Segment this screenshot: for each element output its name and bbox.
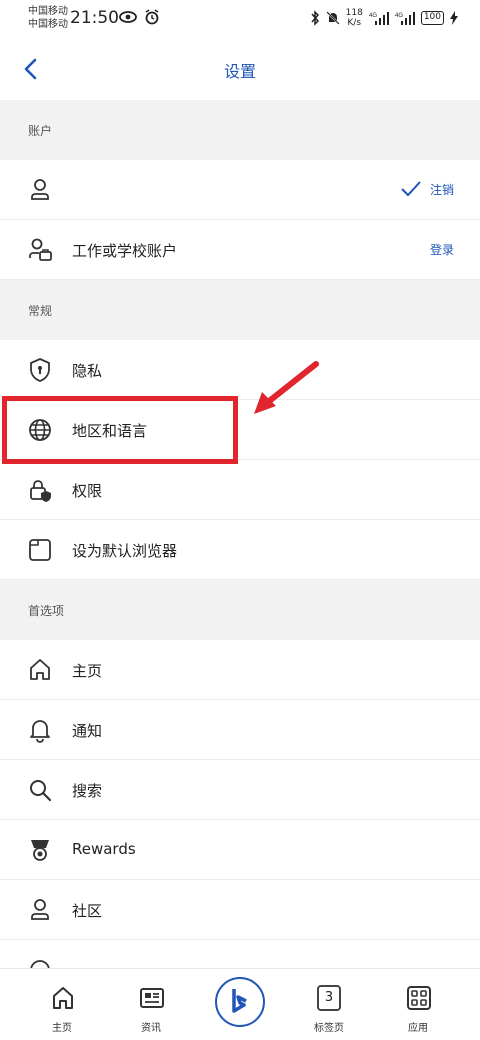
net-speed: 118 K/s bbox=[345, 8, 363, 28]
mute-bell-icon bbox=[325, 11, 340, 25]
row-label: 隐私 bbox=[72, 362, 103, 380]
default-browser-row[interactable]: 设为默认浏览器 bbox=[0, 520, 480, 580]
bell-icon bbox=[30, 720, 50, 743]
section-label: 账户 bbox=[28, 124, 53, 138]
signout-button[interactable]: 注销 bbox=[430, 181, 454, 198]
privacy-row[interactable]: 隐私 bbox=[0, 340, 480, 400]
shield-lock-icon bbox=[30, 358, 50, 382]
battery-indicator: 100 bbox=[420, 11, 444, 25]
home-icon bbox=[53, 987, 73, 1009]
row-label: 工作或学校账户 bbox=[72, 242, 178, 260]
app-header: 设置 bbox=[0, 38, 480, 100]
row-label: Rewards bbox=[72, 840, 136, 858]
section-header-general: 常规 bbox=[0, 280, 480, 340]
nav-news[interactable]: 资讯 bbox=[111, 969, 191, 1040]
permissions-row[interactable]: 权限 bbox=[0, 460, 480, 520]
person-icon bbox=[31, 899, 49, 920]
status-icons-right: 118 K/s 4G 4G 100 bbox=[310, 8, 458, 28]
annotation-arrow-icon bbox=[254, 361, 319, 414]
row-label: 通知 bbox=[72, 722, 103, 740]
row-label: 权限 bbox=[72, 482, 103, 500]
nav-label: 标签页 bbox=[314, 1023, 344, 1034]
alarm-icon bbox=[145, 9, 159, 25]
bing-logo-icon bbox=[232, 989, 247, 1013]
nav-apps[interactable]: 应用 bbox=[378, 969, 458, 1040]
lock-shield-icon bbox=[30, 480, 51, 502]
charging-icon bbox=[450, 11, 458, 25]
row-label: 设为默认浏览器 bbox=[72, 542, 178, 560]
eye-icon bbox=[119, 11, 137, 23]
row-label: 主页 bbox=[72, 662, 103, 680]
signal-1-icon: 4G bbox=[369, 12, 389, 25]
check-icon bbox=[401, 181, 421, 197]
community-row[interactable]: 社区 bbox=[0, 880, 480, 940]
svg-text:4G: 4G bbox=[369, 13, 377, 19]
page-title: 设置 bbox=[223, 62, 256, 81]
news-icon bbox=[140, 988, 164, 1008]
row-label: 搜索 bbox=[72, 782, 103, 800]
nav-label: 主页 bbox=[52, 1023, 72, 1034]
status-icons-left bbox=[118, 9, 160, 25]
svg-text:4G: 4G bbox=[395, 13, 403, 19]
account-row[interactable]: 注销 bbox=[0, 160, 480, 220]
carrier-1: 中国移动 bbox=[28, 6, 68, 17]
home-icon bbox=[30, 659, 50, 680]
user-icon bbox=[31, 179, 49, 200]
home-row[interactable]: 主页 bbox=[0, 640, 480, 700]
section-label: 首选项 bbox=[28, 604, 65, 618]
search-row[interactable]: 搜索 bbox=[0, 760, 480, 820]
nav-label: 应用 bbox=[408, 1023, 428, 1034]
rewards-row[interactable]: Rewards bbox=[0, 820, 480, 880]
browser-window-icon bbox=[29, 539, 51, 561]
bluetooth-icon bbox=[311, 10, 319, 26]
status-time: 21:50 bbox=[70, 8, 119, 28]
nav-tabs[interactable]: 3 标签页 bbox=[289, 969, 369, 1040]
carrier-names: 中国移动 中国移动 bbox=[28, 5, 68, 31]
login-button[interactable]: 登录 bbox=[430, 241, 454, 258]
carrier-2: 中国移动 bbox=[28, 19, 68, 30]
work-account-icon bbox=[29, 238, 52, 261]
nav-label: 资讯 bbox=[141, 1023, 161, 1034]
section-label: 常规 bbox=[28, 304, 53, 318]
apps-grid-icon bbox=[407, 986, 431, 1010]
status-bar: 中国移动 中国移动 21:50 118 K/s 4G 4G 100 bbox=[0, 0, 480, 38]
search-icon bbox=[30, 780, 52, 802]
bing-button[interactable] bbox=[215, 977, 265, 1027]
notifications-row[interactable]: 通知 bbox=[0, 700, 480, 760]
work-school-account-row[interactable]: 工作或学校账户 登录 bbox=[0, 220, 480, 280]
signal-2-icon: 4G bbox=[395, 12, 415, 25]
tabs-count-icon: 3 bbox=[317, 985, 341, 1011]
section-header-preferences: 首选项 bbox=[0, 580, 480, 640]
bottom-navigation: 主页 资讯 3 标签页 应用 bbox=[0, 968, 480, 1040]
row-label: 社区 bbox=[72, 902, 103, 920]
section-header-account: 账户 bbox=[0, 100, 480, 160]
nav-home[interactable]: 主页 bbox=[22, 969, 102, 1040]
annotation-highlight-box bbox=[2, 396, 238, 464]
medal-icon bbox=[31, 840, 49, 861]
